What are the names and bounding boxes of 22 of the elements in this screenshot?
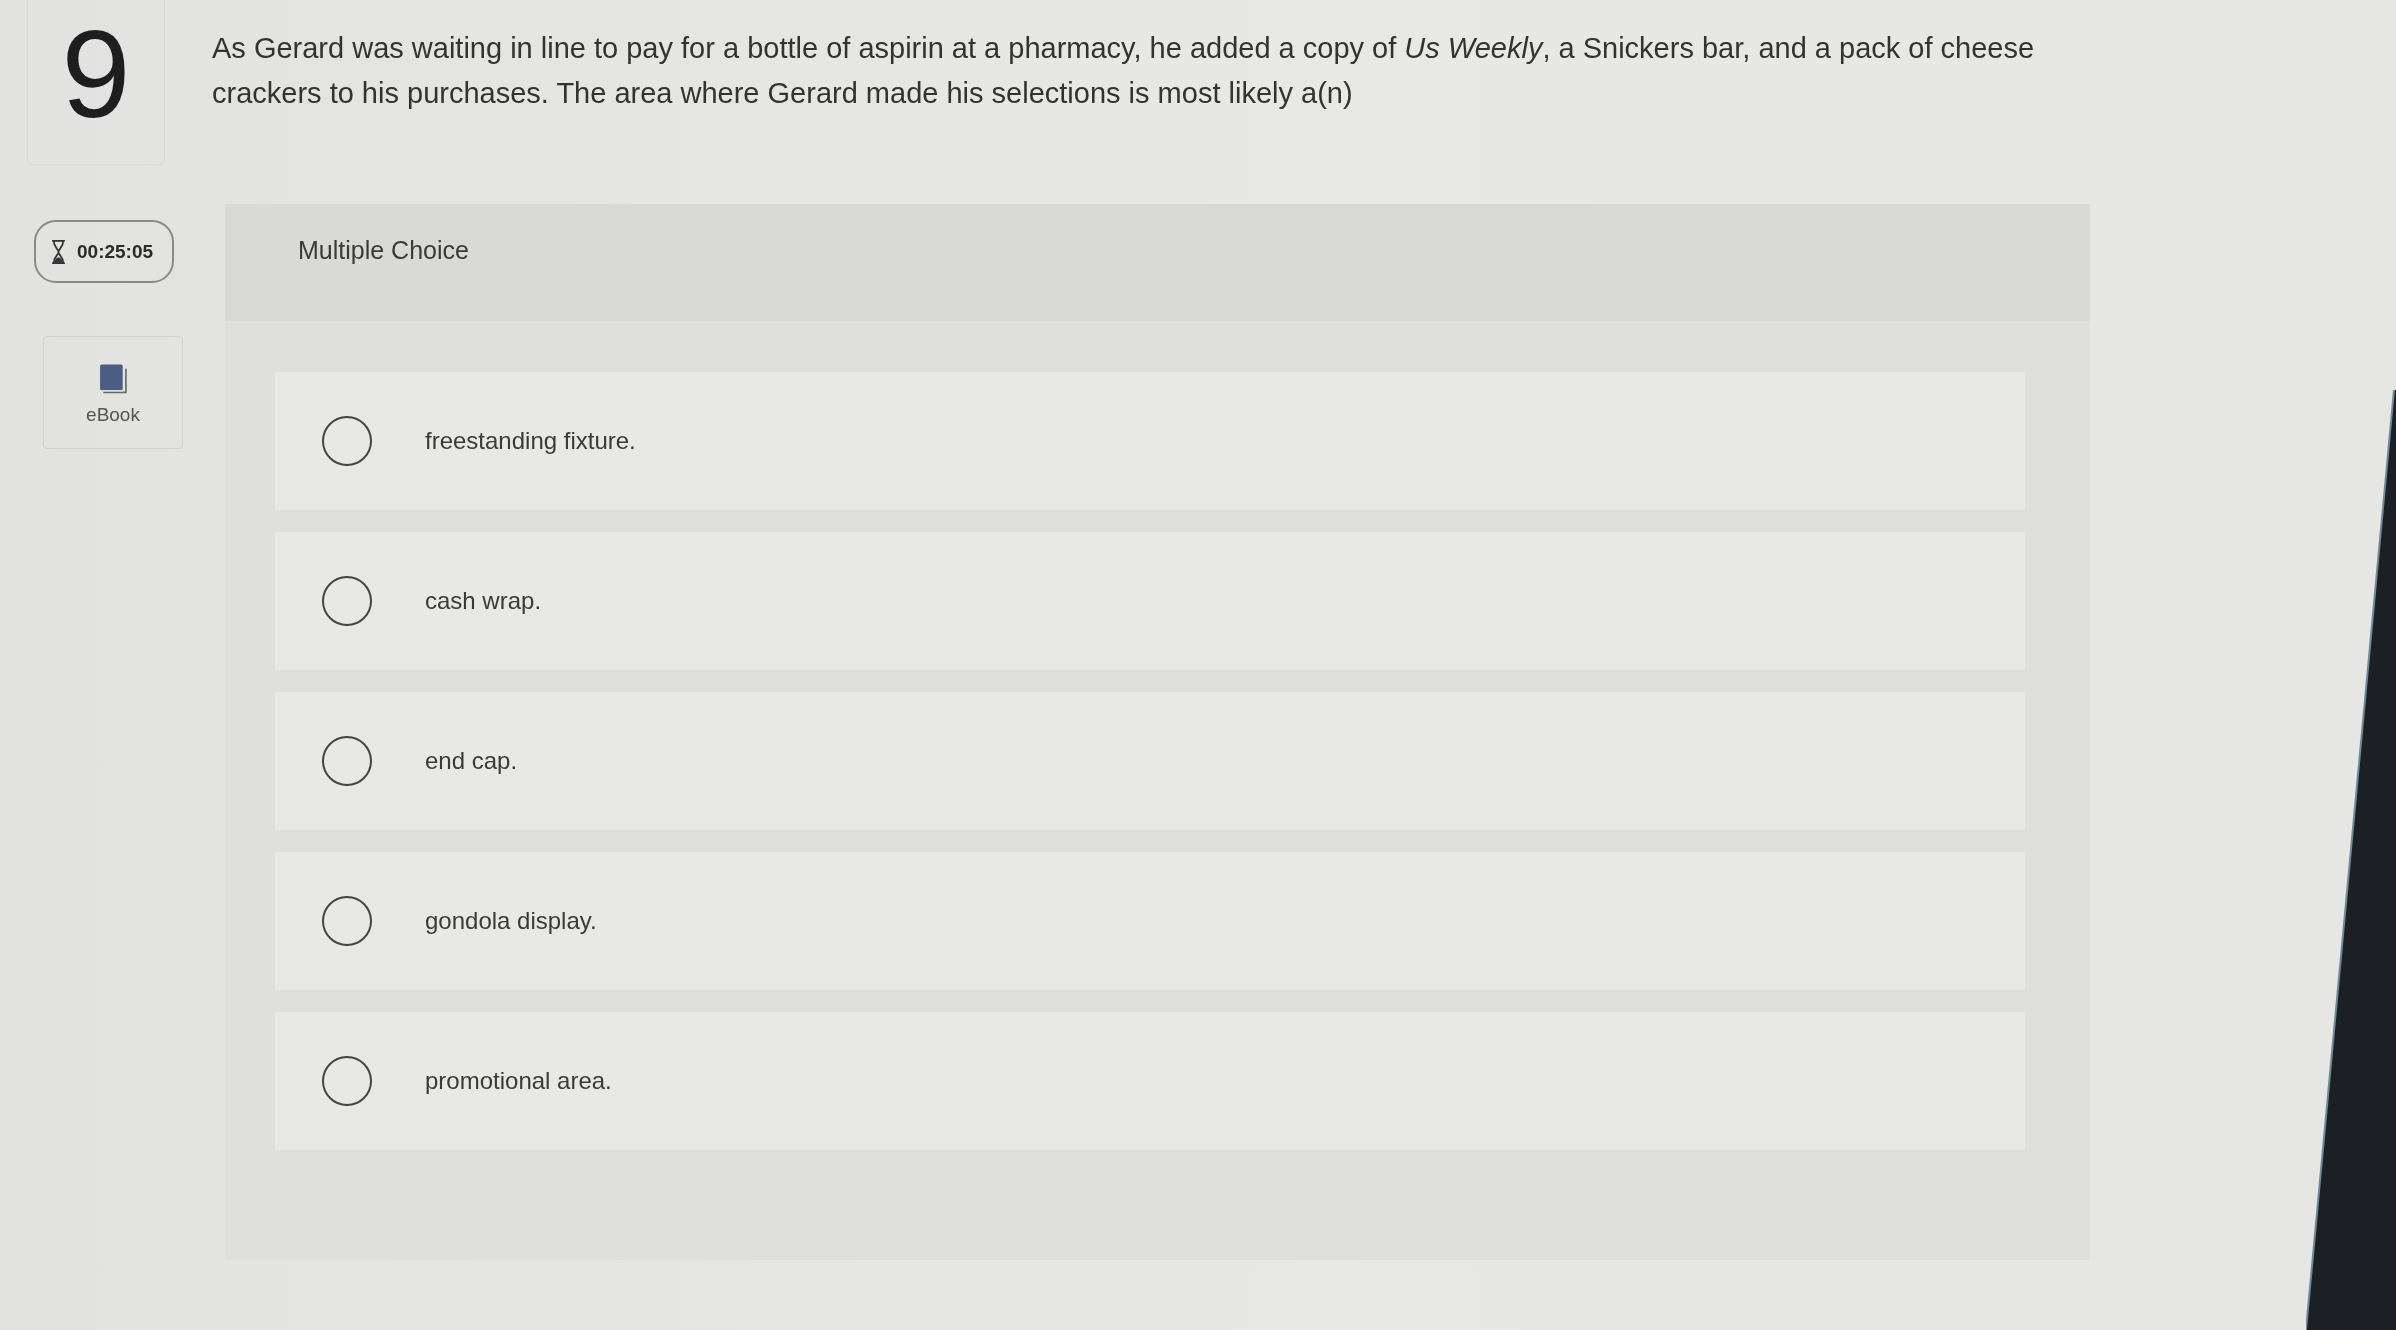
option-label: gondola display. (425, 907, 597, 935)
question-type-header: Multiple Choice (225, 204, 2090, 321)
answer-option[interactable]: cash wrap. (275, 532, 2025, 670)
option-label: freestanding fixture. (425, 427, 636, 455)
answer-option[interactable]: end cap. (275, 692, 2025, 830)
question-text: As Gerard was waiting in line to pay for a bottle of aspirin at a pharmacy, he added a copy of Us Weekly, a Snickers bar, and a pack of cheese crackers to his purchases. The area where Gerard made his selections is most likely a(n) (212, 31, 2036, 111)
ebook-button[interactable]: eBook (43, 336, 183, 449)
timer-text: 00:25:05 (77, 240, 154, 263)
option-label: promotional area. (425, 1067, 612, 1095)
option-label: cash wrap. (425, 587, 542, 615)
question-number: 9 (27, 0, 165, 165)
option-label: end cap. (425, 747, 518, 775)
answer-option[interactable]: promotional area. (275, 1012, 2025, 1150)
answer-option[interactable]: freestanding fixture. (275, 372, 2025, 510)
radio-button[interactable] (322, 896, 372, 946)
book-icon (99, 363, 127, 396)
answer-option[interactable]: gondola display. (275, 852, 2025, 990)
radio-button[interactable] (322, 416, 372, 466)
hourglass-icon (50, 238, 67, 265)
radio-button[interactable] (322, 1056, 372, 1106)
radio-button[interactable] (322, 576, 372, 626)
radio-button[interactable] (322, 736, 372, 786)
